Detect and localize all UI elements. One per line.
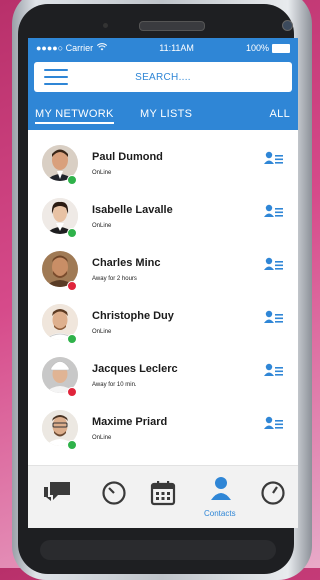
tab-bar: MY NETWORK MY LISTS ALL: [28, 100, 298, 130]
tab-all[interactable]: ALL: [270, 108, 290, 120]
tab-my-network[interactable]: MY NETWORK: [35, 108, 114, 124]
contact-card-icon[interactable]: [264, 416, 284, 430]
app-screen: ●●●●○ Carrier 11:11AM 100% SEARCH.... MY…: [28, 38, 298, 528]
contact-row[interactable]: Charles Minc Away for 2 hours: [28, 248, 298, 301]
status-bar: ●●●●○ Carrier 11:11AM 100%: [28, 38, 298, 58]
speaker-grille: [139, 21, 205, 31]
history-icon[interactable]: [101, 480, 127, 511]
presence-online-indicator: [67, 228, 77, 238]
contact-status: OnLine: [92, 329, 112, 335]
carrier-label: ●●●●○ Carrier: [36, 43, 94, 53]
presence-online-indicator: [67, 175, 77, 185]
battery-indicator: 100%: [245, 42, 290, 54]
tab-my-lists[interactable]: MY LISTS: [140, 108, 192, 120]
contact-name: Maxime Priard: [92, 416, 168, 428]
contact-name: Charles Minc: [92, 257, 161, 269]
contacts-icon[interactable]: [210, 476, 232, 505]
bottom-navigation: Contacts: [28, 465, 298, 528]
contact-row[interactable]: Paul Dumond OnLine: [28, 142, 298, 195]
clock-time: 11:11AM: [159, 43, 194, 53]
contact-card-icon[interactable]: [264, 363, 284, 377]
presence-away-indicator: [67, 281, 77, 291]
contact-status: Away for 2 hours: [92, 276, 137, 282]
search-placeholder: SEARCH....: [135, 71, 191, 83]
wifi-icon: [97, 43, 108, 53]
contact-row[interactable]: Christophe Duy OnLine: [28, 301, 298, 354]
contact-list: Paul Dumond OnLine Isabelle Lavalle OnLi…: [28, 142, 298, 460]
calendar-icon[interactable]: [150, 480, 176, 511]
contact-card-icon[interactable]: [264, 257, 284, 271]
presence-away-indicator: [67, 387, 77, 397]
search-area: SEARCH....: [28, 58, 298, 100]
phone-bottom-bezel: [40, 540, 276, 560]
contacts-nav-label[interactable]: Contacts: [204, 509, 236, 518]
contact-card-icon[interactable]: [264, 151, 284, 165]
contact-name: Paul Dumond: [92, 151, 163, 163]
contact-name: Jacques Leclerc: [92, 363, 178, 375]
contact-card-icon[interactable]: [264, 310, 284, 324]
front-camera: [282, 20, 293, 31]
contact-card-icon[interactable]: [264, 204, 284, 218]
presence-online-indicator: [67, 440, 77, 450]
contact-status: OnLine: [92, 223, 112, 229]
contact-row[interactable]: Isabelle Lavalle OnLine: [28, 195, 298, 248]
contact-row[interactable]: Jacques Leclerc Away for 10 min.: [28, 354, 298, 407]
contact-status: Away for 10 min.: [92, 382, 137, 388]
contact-name: Isabelle Lavalle: [92, 204, 173, 216]
contact-status: OnLine: [92, 435, 112, 441]
chat-icon[interactable]: [42, 480, 72, 511]
presence-online-indicator: [67, 334, 77, 344]
battery-icon: [272, 44, 290, 54]
proximity-sensor: [103, 23, 108, 28]
clock-icon[interactable]: [260, 480, 286, 511]
battery-percent: 100%: [245, 42, 269, 53]
contact-status: OnLine: [92, 170, 112, 176]
search-input[interactable]: SEARCH....: [34, 62, 292, 92]
contact-name: Christophe Duy: [92, 310, 174, 322]
contact-row[interactable]: Maxime Priard OnLine: [28, 407, 298, 460]
